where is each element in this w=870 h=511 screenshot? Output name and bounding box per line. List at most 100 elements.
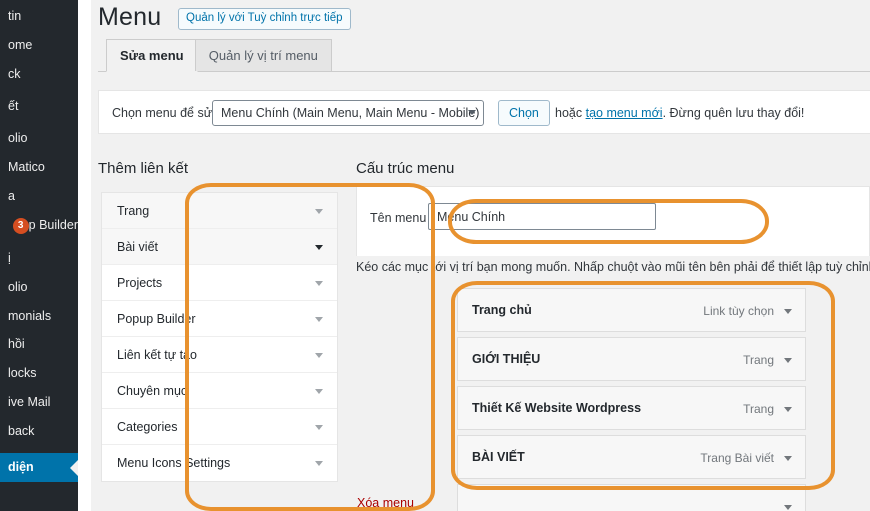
sidebar-item-label: ome bbox=[8, 38, 33, 52]
sidebar-badge: 3 bbox=[12, 217, 29, 234]
chevron-down-icon[interactable] bbox=[784, 309, 792, 314]
chevron-down-icon[interactable] bbox=[315, 317, 323, 322]
sidebar-item-9[interactable]: olio bbox=[0, 273, 78, 302]
sidebar-item-label: back bbox=[8, 424, 35, 438]
sidebar-item-1[interactable]: ome bbox=[0, 31, 78, 60]
sidebar-item-5[interactable]: Matico bbox=[0, 153, 78, 182]
sidebar-item-12[interactable]: locks bbox=[0, 359, 78, 388]
menu-item-row[interactable]: GIỚI THIỆU Trang bbox=[457, 337, 806, 381]
add-links-row-label: Bài viết bbox=[117, 240, 158, 254]
tab-bar: Sửa menu Quản lý vị trí menu bbox=[98, 39, 870, 72]
add-links-row-6[interactable]: Categories bbox=[102, 409, 337, 445]
chevron-down-icon[interactable] bbox=[315, 389, 323, 394]
menu-name-input[interactable]: Menu Chính bbox=[428, 203, 656, 230]
sidebar-item-label: p Builder bbox=[28, 218, 78, 232]
sidebar-item-label: tin bbox=[8, 9, 22, 23]
sidebar-item-14[interactable]: back bbox=[0, 417, 78, 446]
chevron-down-icon[interactable] bbox=[315, 425, 323, 430]
chevron-down-icon[interactable] bbox=[315, 209, 323, 214]
add-links-row-label: Menu Icons Settings bbox=[117, 456, 231, 470]
structure-heading: Cấu trúc menu bbox=[356, 160, 455, 177]
add-links-row-7[interactable]: Menu Icons Settings bbox=[102, 445, 337, 481]
sidebar-item-4[interactable]: olio bbox=[0, 124, 78, 153]
tab-label: Sửa menu bbox=[120, 48, 184, 63]
menu-item-title: GIỚI THIỆU bbox=[472, 352, 541, 366]
add-links-heading: Thêm liên kết bbox=[98, 160, 189, 177]
add-links-row-3[interactable]: Popup Builder bbox=[102, 301, 337, 337]
main-content: Menu Quản lý với Tuỳ chỉnh trực tiếp Sửa… bbox=[91, 0, 870, 511]
menu-name-value: Menu Chính bbox=[437, 210, 506, 224]
menu-item-row[interactable]: Thiết Kế Website Wordpress Trang bbox=[457, 386, 806, 430]
customize-live-link[interactable]: Quản lý với Tuỳ chỉnh trực tiếp bbox=[178, 8, 351, 30]
tab-label: Quản lý vị trí menu bbox=[208, 48, 318, 63]
chevron-down-icon[interactable] bbox=[315, 353, 323, 358]
sidebar-item-3[interactable]: ết bbox=[0, 92, 78, 121]
sidebar-item-label: diện bbox=[8, 460, 34, 474]
sidebar-item-6[interactable]: a bbox=[0, 182, 78, 211]
menu-structure-panel: Tên menu Menu Chính bbox=[356, 186, 870, 256]
add-links-row-2[interactable]: Projects bbox=[102, 265, 337, 301]
add-links-row-4[interactable]: Liên kết tự tạo bbox=[102, 337, 337, 373]
chevron-down-icon[interactable] bbox=[315, 281, 323, 286]
sidebar-item-label: olio bbox=[8, 131, 28, 145]
sidebar-item-7[interactable]: p Builder3 bbox=[0, 211, 78, 240]
menu-item-type: Link tùy chọn bbox=[703, 304, 774, 318]
add-links-row-0[interactable]: Trang bbox=[102, 193, 337, 229]
chevron-down-icon[interactable] bbox=[784, 407, 792, 412]
chevron-down-icon[interactable] bbox=[784, 358, 792, 363]
choose-button[interactable]: Chọn bbox=[498, 100, 550, 126]
hint-prefix: hoặc bbox=[555, 106, 586, 120]
delete-menu-link[interactable]: Xóa menu bbox=[357, 496, 414, 510]
hint-suffix: . Đừng quên lưu thay đổi! bbox=[662, 106, 805, 120]
chevron-down-icon[interactable] bbox=[784, 456, 792, 461]
add-links-row-label: Popup Builder bbox=[117, 312, 196, 326]
sidebar-item-2[interactable]: ck bbox=[0, 60, 78, 89]
menu-item-row[interactable]: BÀI VIẾT Trang Bài viết bbox=[457, 435, 806, 479]
tab-0[interactable]: Sửa menu bbox=[106, 39, 198, 72]
sidebar-item-label: olio bbox=[8, 280, 28, 294]
sidebar-gap bbox=[78, 0, 91, 511]
menu-item-type: Trang Bài viết bbox=[700, 451, 774, 465]
admin-sidebar: tin ome ck ết olio Matico a p Builder3 ị olio moni… bbox=[0, 0, 78, 511]
menu-name-label: Tên menu bbox=[370, 211, 427, 225]
drag-hint-text: Kéo các mục tới vị trí bạn mong muốn. Nh… bbox=[356, 260, 870, 274]
create-new-menu-link[interactable]: tạo menu mới bbox=[586, 106, 663, 120]
sidebar-item-label: monials bbox=[8, 309, 52, 323]
sidebar-item-13[interactable]: ive Mail bbox=[0, 388, 78, 417]
sidebar-item-label: a bbox=[8, 189, 15, 203]
sidebar-item-label: ị bbox=[8, 251, 11, 265]
add-links-row-label: Liên kết tự tạo bbox=[117, 348, 197, 362]
select-menu-label: Chọn menu để sửa: bbox=[112, 106, 223, 120]
sidebar-item-label: hồi bbox=[8, 337, 25, 351]
chevron-down-icon[interactable] bbox=[315, 461, 323, 466]
sidebar-item-label: ck bbox=[8, 67, 21, 81]
sidebar-item-label: ive Mail bbox=[8, 395, 51, 409]
sidebar-item-0[interactable]: tin bbox=[0, 2, 78, 31]
chevron-down-icon[interactable] bbox=[784, 505, 792, 510]
add-links-row-1[interactable]: Bài viết bbox=[102, 229, 337, 265]
menu-item-row[interactable] bbox=[457, 484, 806, 511]
sidebar-item-label: ết bbox=[8, 99, 19, 113]
add-links-row-label: Categories bbox=[117, 420, 178, 434]
sidebar-item-15[interactable]: diện bbox=[0, 453, 78, 482]
add-links-row-5[interactable]: Chuyên mục bbox=[102, 373, 337, 409]
sidebar-item-11[interactable]: hồi bbox=[0, 330, 78, 359]
menu-item-type: Trang bbox=[743, 402, 774, 416]
menu-select-bar: Chọn menu để sửa: Menu Chính (Main Menu,… bbox=[98, 90, 870, 134]
current-arrow-icon bbox=[70, 459, 78, 476]
sidebar-item-8[interactable]: ị bbox=[0, 244, 78, 273]
menu-item-row[interactable]: Trang chủ Link tùy chọn bbox=[457, 288, 806, 332]
menu-items-list: Trang chủ Link tùy chọn GIỚI THIỆU Trang Thi… bbox=[457, 288, 806, 511]
add-links-row-label: Trang bbox=[117, 204, 150, 218]
add-links-row-label: Chuyên mục bbox=[117, 384, 188, 398]
tab-1[interactable]: Quản lý vị trí menu bbox=[194, 39, 332, 71]
add-links-panel: Trang Bài viết Projects Popup Builder Liên k… bbox=[101, 192, 338, 482]
page-title: Menu bbox=[98, 3, 162, 31]
sidebar-item-label: Matico bbox=[8, 160, 45, 174]
sidebar-item-10[interactable]: monials bbox=[0, 302, 78, 331]
sidebar-item-label: locks bbox=[8, 366, 37, 380]
menu-select-dropdown[interactable]: Menu Chính (Main Menu, Main Menu - Mobil… bbox=[212, 100, 484, 126]
menu-item-type: Trang bbox=[743, 353, 774, 367]
add-links-row-label: Projects bbox=[117, 276, 163, 290]
chevron-down-icon[interactable] bbox=[315, 245, 323, 250]
